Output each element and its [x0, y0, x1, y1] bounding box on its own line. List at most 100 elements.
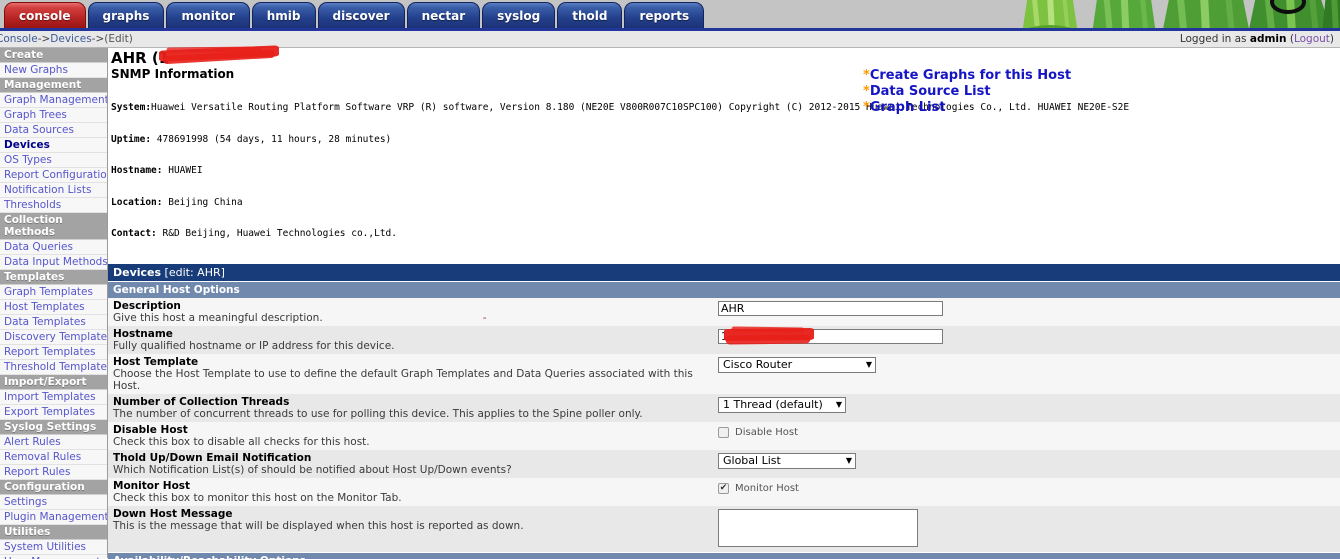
- sidebar-item-data-sources[interactable]: Data Sources: [0, 123, 107, 138]
- collection-threads-value: 1 Thread (default): [723, 398, 823, 411]
- host-action-links: *Create Graphs for this Host *Data Sourc…: [863, 68, 1071, 116]
- form-row-down-host-message: Down Host Message This is the message th…: [108, 505, 1340, 552]
- tab-thold[interactable]: thold: [557, 2, 623, 28]
- form-row-disable-host: Disable Host Check this box to disable a…: [108, 421, 1340, 450]
- collection-threads-select[interactable]: 1 Thread (default) ▼: [718, 396, 846, 413]
- form-row-description: Description Give this host a meaningful …: [108, 297, 1340, 326]
- sidebar-item-report-rules[interactable]: Report Rules: [0, 465, 107, 480]
- sidebar-item-devices[interactable]: Devices: [0, 138, 107, 153]
- breadcrumb: Console->Devices->(Edit): [0, 33, 133, 45]
- sidebar-item-threshold-templates[interactable]: Threshold Templates: [0, 360, 107, 375]
- host-template-label: Host Template: [113, 355, 199, 368]
- sidebar-item-system-utilities[interactable]: System Utilities: [0, 540, 107, 555]
- hostname-field-cell: [718, 326, 1340, 344]
- chevron-down-icon-collection-threads: ▼: [835, 400, 842, 409]
- snmp-hostname-value: HUAWEI: [168, 165, 203, 176]
- sidebar-header-syslog-settings: Syslog Settings: [0, 420, 107, 435]
- disable-host-checkbox-label: Disable Host: [735, 426, 799, 438]
- sidebar-item-report-templates[interactable]: Report Templates: [0, 345, 107, 360]
- hostname-label-cell: Hostname Fully qualified hostname or IP …: [113, 328, 718, 352]
- tab-console[interactable]: console: [4, 2, 86, 28]
- disable-host-checkbox[interactable]: [718, 426, 729, 438]
- collection-threads-label-cell: Number of Collection Threads The number …: [113, 396, 718, 420]
- sidebar-item-removal-rules[interactable]: Removal Rules: [0, 450, 107, 465]
- sidebar-item-notification-lists[interactable]: Notification Lists: [0, 183, 107, 198]
- sidebar-item-graph-trees[interactable]: Graph Trees: [0, 108, 107, 123]
- tab-nectar[interactable]: nectar: [406, 2, 481, 28]
- page-title-text: AHR (1: [111, 49, 170, 67]
- host-template-select[interactable]: Cisco Router ▼: [718, 356, 876, 373]
- down-host-message-textarea[interactable]: [718, 508, 918, 547]
- sidebar-item-discovery-templates[interactable]: Discovery Templates: [0, 330, 107, 345]
- main-content: AHR (1 SNMP Information System:Huawei Ve…: [108, 45, 1340, 559]
- graph-list-link[interactable]: *Graph List: [863, 100, 1071, 116]
- snmp-hostname-line: Hostname: HUAWEI: [111, 165, 1340, 177]
- monitor-host-label: Monitor Host: [113, 479, 191, 492]
- chevron-down-icon-thold: ▼: [845, 456, 852, 465]
- logout-link[interactable]: Logout: [1294, 33, 1330, 45]
- sidebar-item-plugin-management[interactable]: Plugin Management: [0, 510, 107, 525]
- sidebar-header-management: Management: [0, 78, 107, 93]
- tab-discover[interactable]: discover: [317, 2, 405, 28]
- snmp-contact-line: Contact: R&D Beijing, Huawei Technologie…: [111, 228, 1340, 240]
- collection-threads-label: Number of Collection Threads: [113, 395, 290, 408]
- disable-host-help: Check this box to disable all checks for…: [113, 435, 370, 448]
- thold-notification-select[interactable]: Global List ▼: [718, 452, 856, 469]
- tab-graphs[interactable]: graphs: [87, 2, 165, 28]
- monitor-host-checkbox[interactable]: ✔: [718, 482, 729, 494]
- sidebar-item-graph-management[interactable]: Graph Management: [0, 93, 107, 108]
- sidebar-item-report-configurations[interactable]: Report Configurations: [0, 168, 107, 183]
- sidebar-item-host-templates[interactable]: Host Templates: [0, 300, 107, 315]
- snmp-uptime-label: Uptime:: [111, 133, 152, 145]
- snmp-information-heading: SNMP Information: [111, 67, 235, 81]
- asterisk-icon-2: *: [863, 84, 870, 99]
- sidebar-item-settings[interactable]: Settings: [0, 495, 107, 510]
- down-host-message-label: Down Host Message: [113, 507, 233, 520]
- breadcrumb-current: (Edit): [104, 33, 133, 45]
- host-template-field-cell: Cisco Router ▼: [718, 356, 1340, 373]
- sidebar-item-data-templates[interactable]: Data Templates: [0, 315, 107, 330]
- form-row-thold-notification: Thold Up/Down Email Notification Which N…: [108, 449, 1340, 478]
- host-info-block: AHR (1 SNMP Information System:Huawei Ve…: [108, 45, 1340, 261]
- sidebar-item-alert-rules[interactable]: Alert Rules: [0, 435, 107, 450]
- host-template-value: Cisco Router: [723, 358, 793, 371]
- monitor-host-label-cell: Monitor Host Check this box to monitor t…: [113, 480, 718, 504]
- asterisk-icon-1: *: [863, 68, 870, 83]
- sidebar-item-new-graphs[interactable]: New Graphs: [0, 63, 107, 78]
- sidebar-item-thresholds[interactable]: Thresholds: [0, 198, 107, 213]
- sidebar-header-create: Create: [0, 48, 107, 63]
- snmp-system-label: System:: [111, 102, 152, 113]
- sidebar-item-data-input-methods[interactable]: Data Input Methods: [0, 255, 107, 270]
- description-help: Give this host a meaningful description.…: [113, 312, 712, 324]
- top-tab-bar: console graphs monitor hmib discover nectar sy…: [0, 0, 1340, 31]
- data-source-list-link[interactable]: *Data Source List: [863, 84, 1071, 100]
- description-label-cell: Description Give this host a meaningful …: [113, 300, 718, 324]
- breadcrumb-devices[interactable]: Devices: [50, 33, 91, 45]
- sidebar-item-import-templates[interactable]: Import Templates: [0, 390, 107, 405]
- description-input[interactable]: [718, 300, 943, 316]
- sidebar-item-graph-templates[interactable]: Graph Templates: [0, 285, 107, 300]
- down-host-message-field-cell: [718, 508, 1340, 550]
- disable-host-field-cell: Disable Host: [718, 424, 1340, 438]
- hostname-input[interactable]: [718, 328, 943, 344]
- redaction-mark-title: [159, 45, 279, 64]
- breadcrumb-console[interactable]: Console: [0, 33, 38, 45]
- tab-syslog[interactable]: syslog: [482, 2, 556, 28]
- tab-reports[interactable]: reports: [624, 2, 705, 28]
- down-host-message-help: This is the message that will be display…: [113, 519, 524, 532]
- tab-monitor[interactable]: monitor: [166, 2, 250, 28]
- sidebar-item-export-templates[interactable]: Export Templates: [0, 405, 107, 420]
- logged-in-user: admin: [1249, 33, 1287, 45]
- host-template-label-cell: Host Template Choose the Host Template t…: [113, 356, 718, 392]
- thold-notification-label: Thold Up/Down Email Notification: [113, 451, 312, 464]
- create-graphs-link[interactable]: *Create Graphs for this Host: [863, 68, 1071, 84]
- tab-hmib[interactable]: hmib: [251, 2, 316, 28]
- logged-in-label: Logged in as: [1179, 33, 1247, 45]
- monitor-host-help: Check this box to monitor this host on t…: [113, 491, 402, 504]
- snmp-hostname-label: Hostname:: [111, 165, 163, 176]
- sidebar-item-user-management[interactable]: User Management: [0, 555, 107, 559]
- monitor-host-checkbox-line: ✔ Monitor Host: [718, 481, 1340, 494]
- sidebar-item-os-types[interactable]: OS Types: [0, 153, 107, 168]
- breadcrumb-bar: Console->Devices->(Edit) Logged in as ad…: [0, 31, 1340, 48]
- sidebar-item-data-queries[interactable]: Data Queries: [0, 240, 107, 255]
